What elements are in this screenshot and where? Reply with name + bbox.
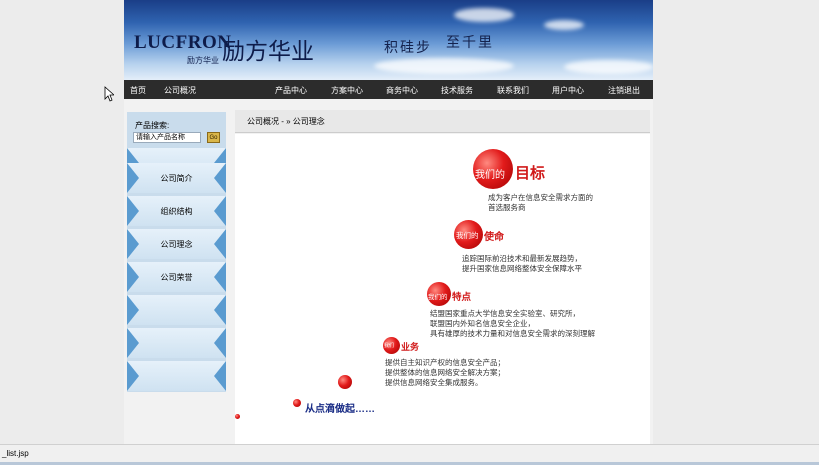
tab-arrow-right	[214, 328, 226, 358]
section-line: 结盟国家重点大学信息安全实验室、研究所，	[430, 309, 580, 318]
red-dot-decoration	[338, 375, 352, 389]
section-heading-features: 特点	[452, 292, 472, 303]
nav-company-overview[interactable]: 公司概况	[164, 85, 196, 96]
slogan-part2: 至千里	[446, 34, 494, 50]
section-line: 首选服务商	[488, 203, 526, 212]
sidebar-item-philosophy[interactable]: 公司理念	[127, 229, 226, 259]
sidebar-item-org-structure[interactable]: 组织结构	[127, 196, 226, 226]
tab-arrow-left	[127, 361, 139, 391]
ball-text: 我们的	[456, 231, 479, 240]
closing-slogan: 从点滴做起……	[305, 404, 375, 415]
sidebar-tab-label: 公司简介	[160, 174, 193, 183]
tab-arrow-right	[214, 361, 226, 391]
website-frame: LUCFRON 励方华业 励方华业 积硅步 至千里 首页 公司概况 产品中心 方…	[124, 0, 653, 444]
ball-text: 我们	[384, 343, 395, 349]
logo-subtitle: 励方华业	[187, 56, 219, 65]
nav-business[interactable]: 商务中心	[386, 85, 418, 96]
nav-solutions[interactable]: 方案中心	[331, 85, 363, 96]
cloud-decoration	[564, 60, 653, 74]
sidebar-tab-blank	[127, 295, 226, 325]
breadcrumb-bar: 公司概况 - » 公司理念	[235, 110, 650, 133]
mouse-cursor-icon	[104, 86, 114, 102]
red-dot-decoration	[235, 414, 240, 419]
tab-arrow-right	[214, 295, 226, 325]
red-dot-decoration	[293, 399, 301, 407]
main-navigation: 首页 公司概况 产品中心 方案中心 商务中心 技术服务 联系我们 用户中心 注销…	[124, 80, 653, 99]
sidebar-item-honors[interactable]: 公司荣誉	[127, 262, 226, 292]
logo-chinese: 励方华业	[222, 38, 314, 64]
content-area: 我们的 目标 成为客户在信息安全需求方面的 首选服务商 我们的 使命 追踪国际前…	[235, 134, 650, 444]
section-line: 成为客户在信息安全需求方面的	[488, 193, 593, 202]
header-banner: LUCFRON 励方华业 励方华业 积硅步 至千里	[124, 0, 653, 80]
sidebar-item-company-intro[interactable]: 公司简介	[127, 163, 226, 193]
status-url-text: _list.jsp	[2, 449, 29, 458]
logo-english: LUCFRON	[134, 32, 232, 53]
section-line: 追踪国际前沿技术和最新发展趋势，	[462, 254, 582, 263]
ball-text: 我们的	[475, 170, 505, 181]
section-line: 提供信息网络安全集成服务。	[385, 378, 483, 387]
product-search-input[interactable]: 请输入产品名称	[133, 132, 201, 143]
cloud-decoration	[454, 8, 514, 22]
browser-status-bar: _list.jsp	[0, 444, 819, 465]
sidebar-tab-blank	[127, 361, 226, 391]
section-line: 提升国家信息网络整体安全保障水平	[462, 264, 582, 273]
section-line: 提供整体的信息网络安全解决方案；	[385, 368, 505, 377]
slogan-part1: 积硅步	[384, 39, 432, 55]
nav-products[interactable]: 产品中心	[275, 85, 307, 96]
nav-home[interactable]: 首页	[130, 85, 146, 96]
sidebar-tab-label: 公司理念	[160, 240, 193, 249]
sidebar-tab-blank	[127, 328, 226, 358]
ball-text: 我们的	[428, 294, 448, 301]
search-go-button[interactable]: Go	[207, 132, 220, 143]
section-heading-goal: 目标	[515, 165, 546, 182]
browser-viewport: LUCFRON 励方华业 励方华业 积硅步 至千里 首页 公司概况 产品中心 方…	[0, 0, 819, 465]
section-line: 提供自主知识产权的信息安全产品；	[385, 358, 505, 367]
cloud-decoration	[374, 58, 514, 74]
section-heading-mission: 使命	[484, 232, 504, 243]
tab-arrow-left	[127, 295, 139, 325]
nav-contact[interactable]: 联系我们	[497, 85, 529, 96]
nav-tech-service[interactable]: 技术服务	[441, 85, 473, 96]
section-line: 具有雄厚的技术力量和对信息安全需求的深刻理解	[430, 329, 595, 338]
section-heading-business: 业务	[401, 342, 420, 352]
breadcrumb: 公司概况 - » 公司理念	[247, 117, 325, 126]
nav-logout[interactable]: 注销退出	[608, 85, 640, 96]
sidebar-tab-label: 组织结构	[160, 207, 193, 216]
sidebar: 产品搜索: 请输入产品名称 Go 公司简介 组织结构 公司理念 公司荣誉	[127, 112, 226, 392]
nav-user-center[interactable]: 用户中心	[552, 85, 584, 96]
sidebar-tab-label: 公司荣誉	[160, 273, 193, 282]
tab-arrow-left	[127, 328, 139, 358]
section-line: 联盟国内外知名信息安全企业，	[430, 319, 535, 328]
search-label: 产品搜索:	[135, 121, 170, 130]
cloud-decoration	[544, 20, 584, 30]
